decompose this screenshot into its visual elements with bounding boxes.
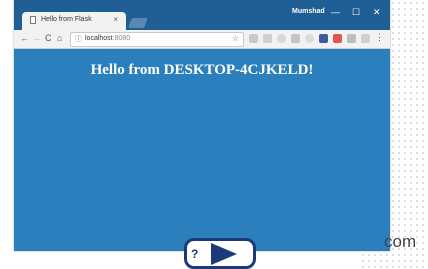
address-bar[interactable]: ⓘ localhost:8080 ☆ <box>70 32 244 47</box>
close-window-button[interactable]: ✕ <box>373 7 381 18</box>
browser-window: Hello from Flask × Mumshad — ☐ ✕ ← → C ⌂… <box>14 0 390 251</box>
new-tab-button[interactable] <box>128 18 148 28</box>
page-heading: Hello from DESKTOP-4CJKELD! <box>90 62 314 78</box>
extension-icon[interactable] <box>291 34 300 43</box>
extension-icon[interactable] <box>263 34 272 43</box>
forward-arrow-icon[interactable]: → <box>32 33 41 43</box>
title-bar: Hello from Flask × Mumshad — ☐ ✕ <box>14 0 390 30</box>
browser-tab[interactable]: Hello from Flask × <box>22 12 126 30</box>
minimize-button[interactable]: — <box>331 7 340 17</box>
profile-name[interactable]: Mumshad <box>292 8 325 15</box>
tab-close-icon[interactable]: × <box>113 15 118 24</box>
play-arrow-icon <box>211 243 237 265</box>
browser-toolbar: ← → C ⌂ ⓘ localhost:8080 ☆ ⋮ <box>14 30 390 49</box>
star-icon[interactable]: ☆ <box>232 34 239 43</box>
extension-icon[interactable] <box>249 34 258 43</box>
watermark-suffix: com <box>384 232 417 251</box>
reload-icon[interactable]: C <box>45 33 52 43</box>
home-icon[interactable]: ⌂ <box>57 33 62 43</box>
extension-icon[interactable] <box>347 34 356 43</box>
question-mark-icon: ? <box>191 247 199 261</box>
info-icon[interactable]: ⓘ <box>75 34 82 44</box>
maximize-button[interactable]: ☐ <box>352 7 360 18</box>
menu-icon[interactable]: ⋮ <box>375 32 384 43</box>
tab-title: Hello from Flask <box>41 16 92 23</box>
page-icon <box>30 16 36 24</box>
page-content: Hello from DESKTOP-4CJKELD! <box>14 49 390 251</box>
extension-icon[interactable] <box>277 34 286 43</box>
back-arrow-icon[interactable]: ← <box>20 33 29 43</box>
url-text: localhost:8080 <box>85 35 131 42</box>
watermark-logo: ? <box>184 238 256 269</box>
extension-icon[interactable] <box>305 34 314 43</box>
extension-icon[interactable] <box>319 34 328 43</box>
extension-icon[interactable] <box>333 34 342 43</box>
extension-icon[interactable] <box>361 34 370 43</box>
